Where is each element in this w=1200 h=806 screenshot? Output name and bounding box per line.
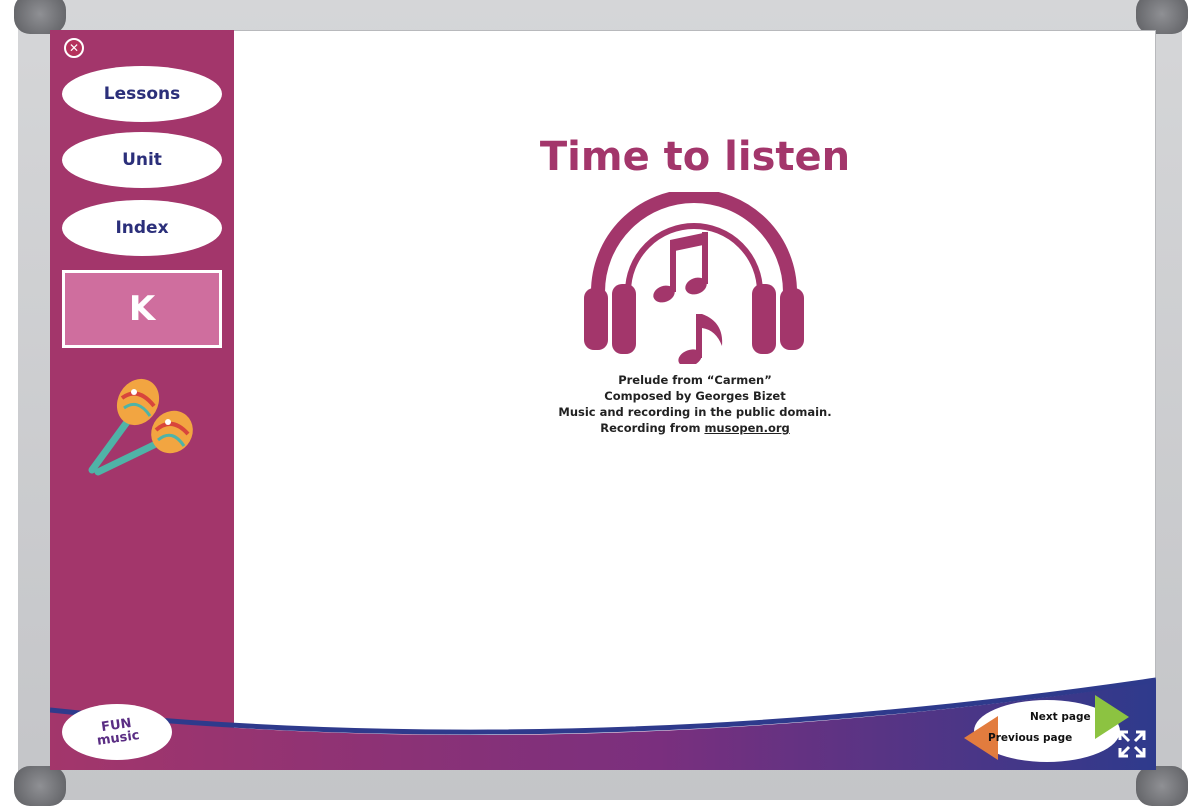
credit-line: Composed by Georges Bizet [604,389,786,403]
credit-line: Prelude from “Carmen” [618,373,772,387]
close-icon[interactable]: ✕ [64,38,84,58]
frame-corner [14,0,66,34]
fun-music-logo[interactable]: FUN music [62,704,172,760]
page-title: Time to listen [539,134,851,180]
headphones-music-icon [584,192,804,364]
unit-label: Unit [122,150,162,170]
index-label: Index [115,218,169,238]
grade-label: K [128,289,156,329]
index-button[interactable]: Index [62,200,222,256]
grade-level-box[interactable]: K [62,270,222,348]
frame-corner [14,766,66,806]
previous-page-label: Previous page [988,732,1073,744]
credit-line: Music and recording in the public domain… [558,405,832,419]
lessons-label: Lessons [103,84,181,104]
music-credits: Prelude from “Carmen” Composed by George… [510,372,880,436]
frame-corner [1136,766,1188,806]
musopen-link[interactable]: musopen.org [704,421,789,435]
lesson-board: ✕ Lessons Unit Index K Time to listen Pr… [50,30,1156,770]
unit-button[interactable]: Unit [62,132,222,188]
previous-page-button[interactable]: Previous page [964,716,1072,760]
credit-prefix: Recording from [600,421,705,435]
maracas-icon [88,378,193,476]
lessons-button[interactable]: Lessons [62,66,222,122]
fullscreen-icon[interactable] [1118,730,1146,758]
credit-line: Recording from musopen.org [510,420,880,436]
frame-corner [1136,0,1188,34]
